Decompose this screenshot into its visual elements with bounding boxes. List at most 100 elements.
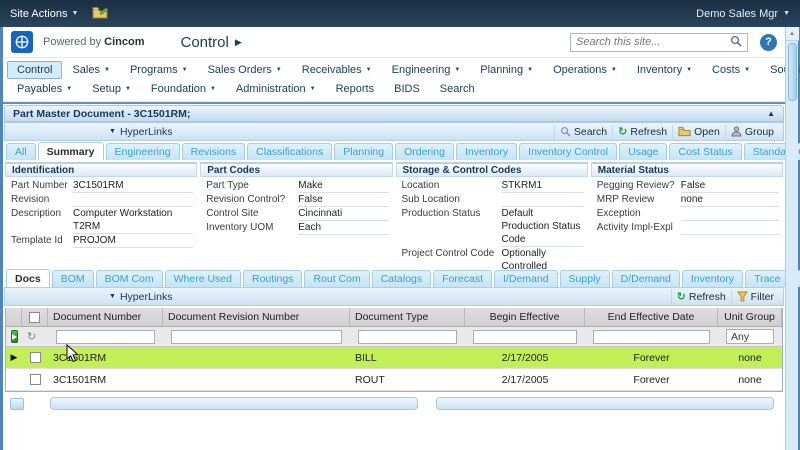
collapse-section-icon[interactable]: ▲	[767, 109, 775, 118]
tab[interactable]: Inventory	[456, 143, 517, 160]
tab[interactable]: Usage	[619, 143, 667, 160]
menu-item[interactable]: Foundation▼	[141, 80, 226, 98]
tab[interactable]: All	[6, 143, 36, 160]
menu-item[interactable]: Payables▼	[7, 80, 82, 98]
menu-item[interactable]: Inventory▼	[627, 61, 702, 79]
cell-document-type: BILL	[350, 347, 465, 368]
menu-item[interactable]: Planning▼	[470, 61, 543, 79]
menu-item[interactable]: Control▼	[7, 61, 62, 79]
open-button[interactable]: Open	[672, 125, 725, 139]
menu-row-1: Control▼Sales▼Programs▼Sales Orders▼Rece…	[7, 60, 781, 79]
menu-item[interactable]: Sales Orders▼	[198, 61, 292, 79]
menu-item[interactable]: Reports▼	[326, 80, 385, 98]
menu-item[interactable]: Costs▼	[702, 61, 760, 79]
vertical-scrollbar[interactable]: ▲	[785, 27, 798, 450]
search-button[interactable]: Search	[554, 125, 612, 139]
tab[interactable]: BOM Com	[96, 270, 163, 287]
tab[interactable]: Summary	[38, 142, 104, 160]
page-title[interactable]: Control ▶	[181, 34, 242, 51]
user-name: Demo Sales Mgr	[696, 8, 778, 20]
tab[interactable]: Revisions	[182, 143, 246, 160]
filter-input-end-effective-date[interactable]	[593, 330, 710, 344]
group-button[interactable]: Group	[725, 125, 779, 139]
menu-item[interactable]: Programs▼	[120, 61, 198, 79]
menu-item[interactable]: Sales▼	[62, 61, 119, 79]
cell-end-effective-date: Forever	[585, 347, 718, 368]
collapsed-panel-bar[interactable]	[436, 397, 774, 410]
tab[interactable]: Rout Com	[304, 270, 369, 287]
cell-document-revision-number	[163, 369, 350, 390]
tab[interactable]: Where Used	[165, 270, 241, 287]
cell-begin-effective: 2/17/2005	[465, 369, 585, 390]
tab[interactable]: Catalogs	[372, 270, 431, 287]
user-account-menu[interactable]: Demo Sales Mgr ▼	[696, 8, 790, 20]
documents-table: Document Number Document Revision Number…	[5, 308, 783, 392]
folder-edit-icon[interactable]	[92, 6, 108, 22]
menu-item[interactable]: Administration▼	[226, 80, 326, 98]
panel-storage-control-codes: Storage & Control Codes LocationSTKRM1 S…	[396, 162, 588, 254]
filter-button[interactable]: Filter	[731, 290, 779, 304]
menu-item[interactable]: BIDS▼	[384, 80, 430, 98]
search-icon[interactable]	[730, 35, 742, 50]
menu-item[interactable]: Receivables▼	[292, 61, 382, 79]
column-header[interactable]: Document Number	[48, 308, 163, 326]
tab[interactable]: Inventory	[682, 270, 743, 287]
reset-filter-icon[interactable]: ↻	[27, 332, 36, 342]
row-checkbox[interactable]	[30, 352, 41, 363]
table-row[interactable]: 3C1501RM ROUT 2/17/2005 Forever none	[6, 369, 782, 391]
tab[interactable]: Engineering	[106, 143, 180, 160]
column-header[interactable]: Document Type	[350, 308, 465, 326]
help-button[interactable]: ?	[760, 34, 777, 51]
filter-row: ↻ Any	[6, 327, 782, 347]
column-header[interactable]: Unit Group	[718, 308, 782, 326]
table-row[interactable]: ▶ 3C1501RM BILL 2/17/2005 Forever none	[6, 347, 782, 369]
search-input[interactable]	[576, 36, 730, 48]
collapsed-panel-bar[interactable]	[50, 397, 418, 410]
go-filter-button[interactable]	[11, 330, 18, 343]
filter-input-document-type[interactable]	[358, 330, 457, 344]
select-all-checkbox[interactable]	[29, 312, 40, 323]
tab[interactable]: BOM	[52, 270, 94, 287]
menu-item[interactable]: Search▼	[430, 80, 485, 98]
filter-unit-group-dropdown[interactable]: Any	[726, 329, 774, 344]
scrollbar-thumb[interactable]	[788, 43, 797, 101]
filter-input-document-revision-number[interactable]	[171, 330, 342, 344]
hyperlinks-toggle[interactable]: ▼ HyperLinks	[109, 291, 172, 303]
field-label: Production Status	[402, 207, 502, 247]
refresh-button[interactable]: ↻ Refresh	[612, 125, 672, 139]
tab[interactable]: Planning	[334, 143, 393, 160]
column-header[interactable]: Begin Effective	[465, 308, 585, 326]
tab[interactable]: Routings	[243, 270, 302, 287]
menu-item[interactable]: Operations▼	[543, 61, 627, 79]
collapsed-panel-icon[interactable]	[10, 398, 24, 410]
panel-title: Part Codes	[200, 162, 392, 177]
row-checkbox[interactable]	[30, 374, 41, 385]
field-label: Revision	[11, 193, 73, 207]
scroll-up-button[interactable]: ▲	[786, 27, 799, 41]
field-label: Inventory UOM	[206, 221, 298, 235]
column-header[interactable]: End Effective Date	[585, 308, 718, 326]
reset-filter-cell: ↻	[22, 327, 48, 346]
filter-input-begin-effective[interactable]	[473, 330, 577, 344]
powered-by-text: Powered by Cincom	[43, 36, 145, 48]
menu-item[interactable]: Setup▼	[82, 80, 141, 98]
tab[interactable]: I/Demand	[494, 270, 558, 287]
chevron-down-icon: ▼	[276, 67, 282, 73]
hyperlinks-toggle[interactable]: ▼ HyperLinks	[109, 126, 172, 138]
tab[interactable]: Supply	[560, 270, 610, 287]
tab[interactable]: Docs	[6, 269, 50, 287]
menu-item[interactable]: Engineering▼	[382, 61, 471, 79]
refresh-button[interactable]: ↻ Refresh	[671, 290, 731, 304]
column-header[interactable]: Document Revision Number	[163, 308, 350, 326]
filter-input-document-number[interactable]	[56, 330, 155, 344]
tab[interactable]: Trace	[745, 270, 789, 287]
site-actions-menu[interactable]: Site Actions ▼	[10, 8, 78, 20]
tab[interactable]: D/Demand	[612, 270, 680, 287]
panel-title: Storage & Control Codes	[396, 162, 588, 177]
field-value: Cincinnati	[298, 207, 388, 221]
tab[interactable]: Inventory Control	[519, 143, 617, 160]
tab[interactable]: Classifications	[247, 143, 332, 160]
tab[interactable]: Forecast	[433, 270, 492, 287]
tab[interactable]: Ordering	[395, 143, 454, 160]
tab[interactable]: Cost Status	[669, 143, 741, 160]
